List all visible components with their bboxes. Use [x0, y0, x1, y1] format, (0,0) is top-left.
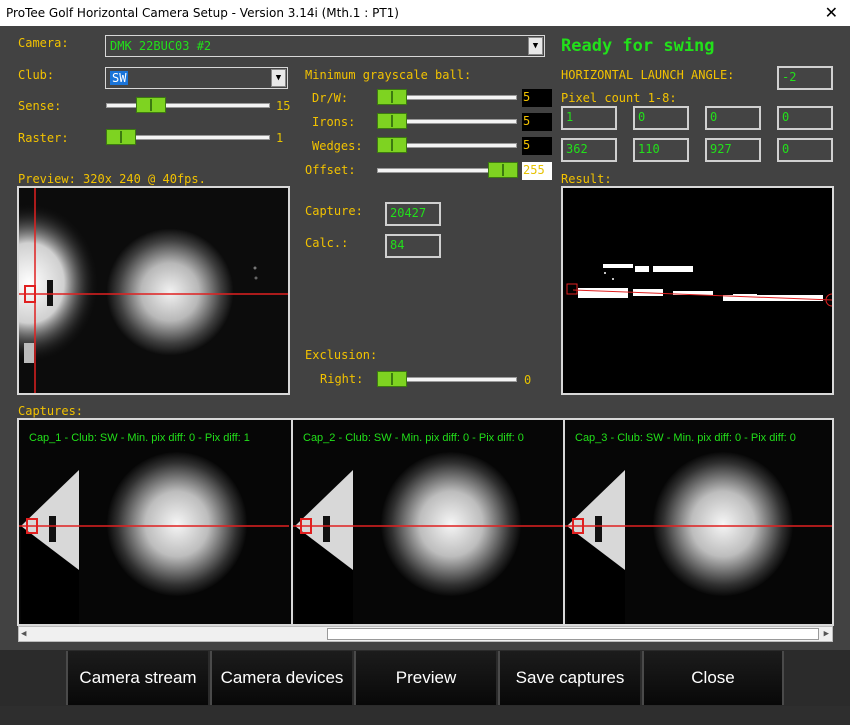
capture-2-image — [293, 452, 563, 624]
capture-caption-3: Cap_3 - Club: SW - Min. pix diff: 0 - Pi… — [575, 432, 796, 444]
pixel-count-4: 0 — [777, 106, 833, 130]
pixel-count-1: 1 — [561, 106, 617, 130]
sense-label: Sense: — [18, 99, 62, 113]
camera-select-value: DMK 22BUC03 #2 — [110, 39, 212, 53]
exclusion-right-value: 0 — [524, 373, 532, 387]
irons-value: 5 — [522, 113, 552, 131]
launch-angle-label: HORIZONTAL LAUNCH ANGLE: — [561, 68, 735, 82]
pixel-count-8: 0 — [777, 138, 833, 162]
capture-value: 20427 — [385, 202, 441, 226]
app-window: ProTee Golf Horizontal Camera Setup - Ve… — [0, 0, 850, 725]
camera-label: Camera: — [18, 36, 69, 50]
preview-camera-frame — [19, 188, 288, 393]
title-bar: ProTee Golf Horizontal Camera Setup - Ve… — [0, 0, 850, 26]
exclusion-title: Exclusion: — [305, 348, 378, 362]
captures-label: Captures: — [18, 404, 84, 418]
captures-strip: Cap_1 - Club: SW - Min. pix diff: 0 - Pi… — [17, 418, 834, 626]
club-label: Club: — [18, 68, 55, 82]
scrollbar-thumb[interactable] — [327, 628, 819, 640]
offset-slider-thumb[interactable] — [488, 162, 518, 178]
pixel-count-3: 0 — [705, 106, 761, 130]
min-grayscale-title: Minimum grayscale ball: — [305, 68, 472, 82]
drw-slider-thumb[interactable] — [377, 89, 407, 105]
pixel-count-2: 0 — [633, 106, 689, 130]
preview-button[interactable]: Preview — [354, 651, 496, 705]
raster-slider-thumb[interactable] — [106, 129, 136, 145]
pixel-count-label: Pixel count 1-8: — [561, 91, 677, 105]
capture-label: Capture: — [305, 204, 363, 218]
capture-caption-1: Cap_1 - Club: SW - Min. pix diff: 0 - Pi… — [29, 432, 250, 444]
capture-thumbnail-3[interactable]: Cap_3 - Club: SW - Min. pix diff: 0 - Pi… — [565, 420, 832, 624]
pixel-count-5: 362 — [561, 138, 617, 162]
club-select-value: SW — [110, 71, 129, 85]
calc-value: 84 — [385, 234, 441, 258]
status-bar — [0, 706, 850, 725]
scroll-left-icon[interactable]: ◀ — [21, 627, 26, 641]
result-image — [561, 186, 834, 395]
irons-label: Irons: — [312, 115, 356, 129]
wedges-value: 5 — [522, 137, 552, 155]
drw-label: Dr/W: — [312, 91, 349, 105]
preview-label: Preview: 320x 240 @ 40fps. — [18, 172, 206, 186]
raster-value: 1 — [276, 131, 284, 145]
calc-label: Calc.: — [305, 236, 349, 250]
camera-select[interactable]: DMK 22BUC03 #2 ▼ — [105, 35, 545, 57]
offset-label: Offset: — [305, 163, 356, 177]
capture-thumbnail-1[interactable]: Cap_1 - Club: SW - Min. pix diff: 0 - Pi… — [19, 420, 289, 624]
pixel-count-6: 110 — [633, 138, 689, 162]
sense-slider-track[interactable] — [106, 103, 270, 108]
window-title: ProTee Golf Horizontal Camera Setup - Ve… — [6, 6, 399, 20]
drw-value: 5 — [522, 89, 552, 107]
result-mask — [563, 188, 832, 393]
irons-slider-thumb[interactable] — [377, 113, 407, 129]
camera-devices-button[interactable]: Camera devices — [210, 651, 352, 705]
sense-slider-thumb[interactable] — [136, 97, 166, 113]
capture-caption-2: Cap_2 - Club: SW - Min. pix diff: 0 - Pi… — [303, 432, 524, 444]
result-label: Result: — [561, 172, 612, 186]
captures-scrollbar[interactable]: ◀ ▶ — [18, 626, 833, 642]
raster-label: Raster: — [18, 131, 69, 145]
scroll-right-icon[interactable]: ▶ — [824, 627, 829, 641]
wedges-label: Wedges: — [312, 139, 363, 153]
close-button[interactable]: Close — [642, 651, 784, 705]
launch-angle-value: -2 — [777, 66, 833, 90]
capture-thumbnail-2[interactable]: Cap_2 - Club: SW - Min. pix diff: 0 - Pi… — [293, 420, 563, 624]
capture-3-image — [565, 452, 832, 624]
status-text: Ready for swing — [561, 36, 715, 56]
wedges-slider-thumb[interactable] — [377, 137, 407, 153]
camera-stream-button[interactable]: Camera stream — [66, 651, 208, 705]
sense-value: 15 — [276, 99, 291, 113]
exclusion-right-slider-thumb[interactable] — [377, 371, 407, 387]
club-select[interactable]: SW ▼ — [105, 67, 288, 89]
pixel-count-7: 927 — [705, 138, 761, 162]
close-icon[interactable]: ✕ — [825, 0, 838, 26]
chevron-down-icon[interactable]: ▼ — [271, 69, 286, 87]
offset-value: 255 — [522, 162, 552, 180]
preview-image — [17, 186, 290, 395]
capture-1-image — [19, 452, 289, 624]
save-captures-button[interactable]: Save captures — [498, 651, 640, 705]
exclusion-right-label: Right: — [320, 372, 364, 386]
chevron-down-icon[interactable]: ▼ — [528, 37, 543, 55]
